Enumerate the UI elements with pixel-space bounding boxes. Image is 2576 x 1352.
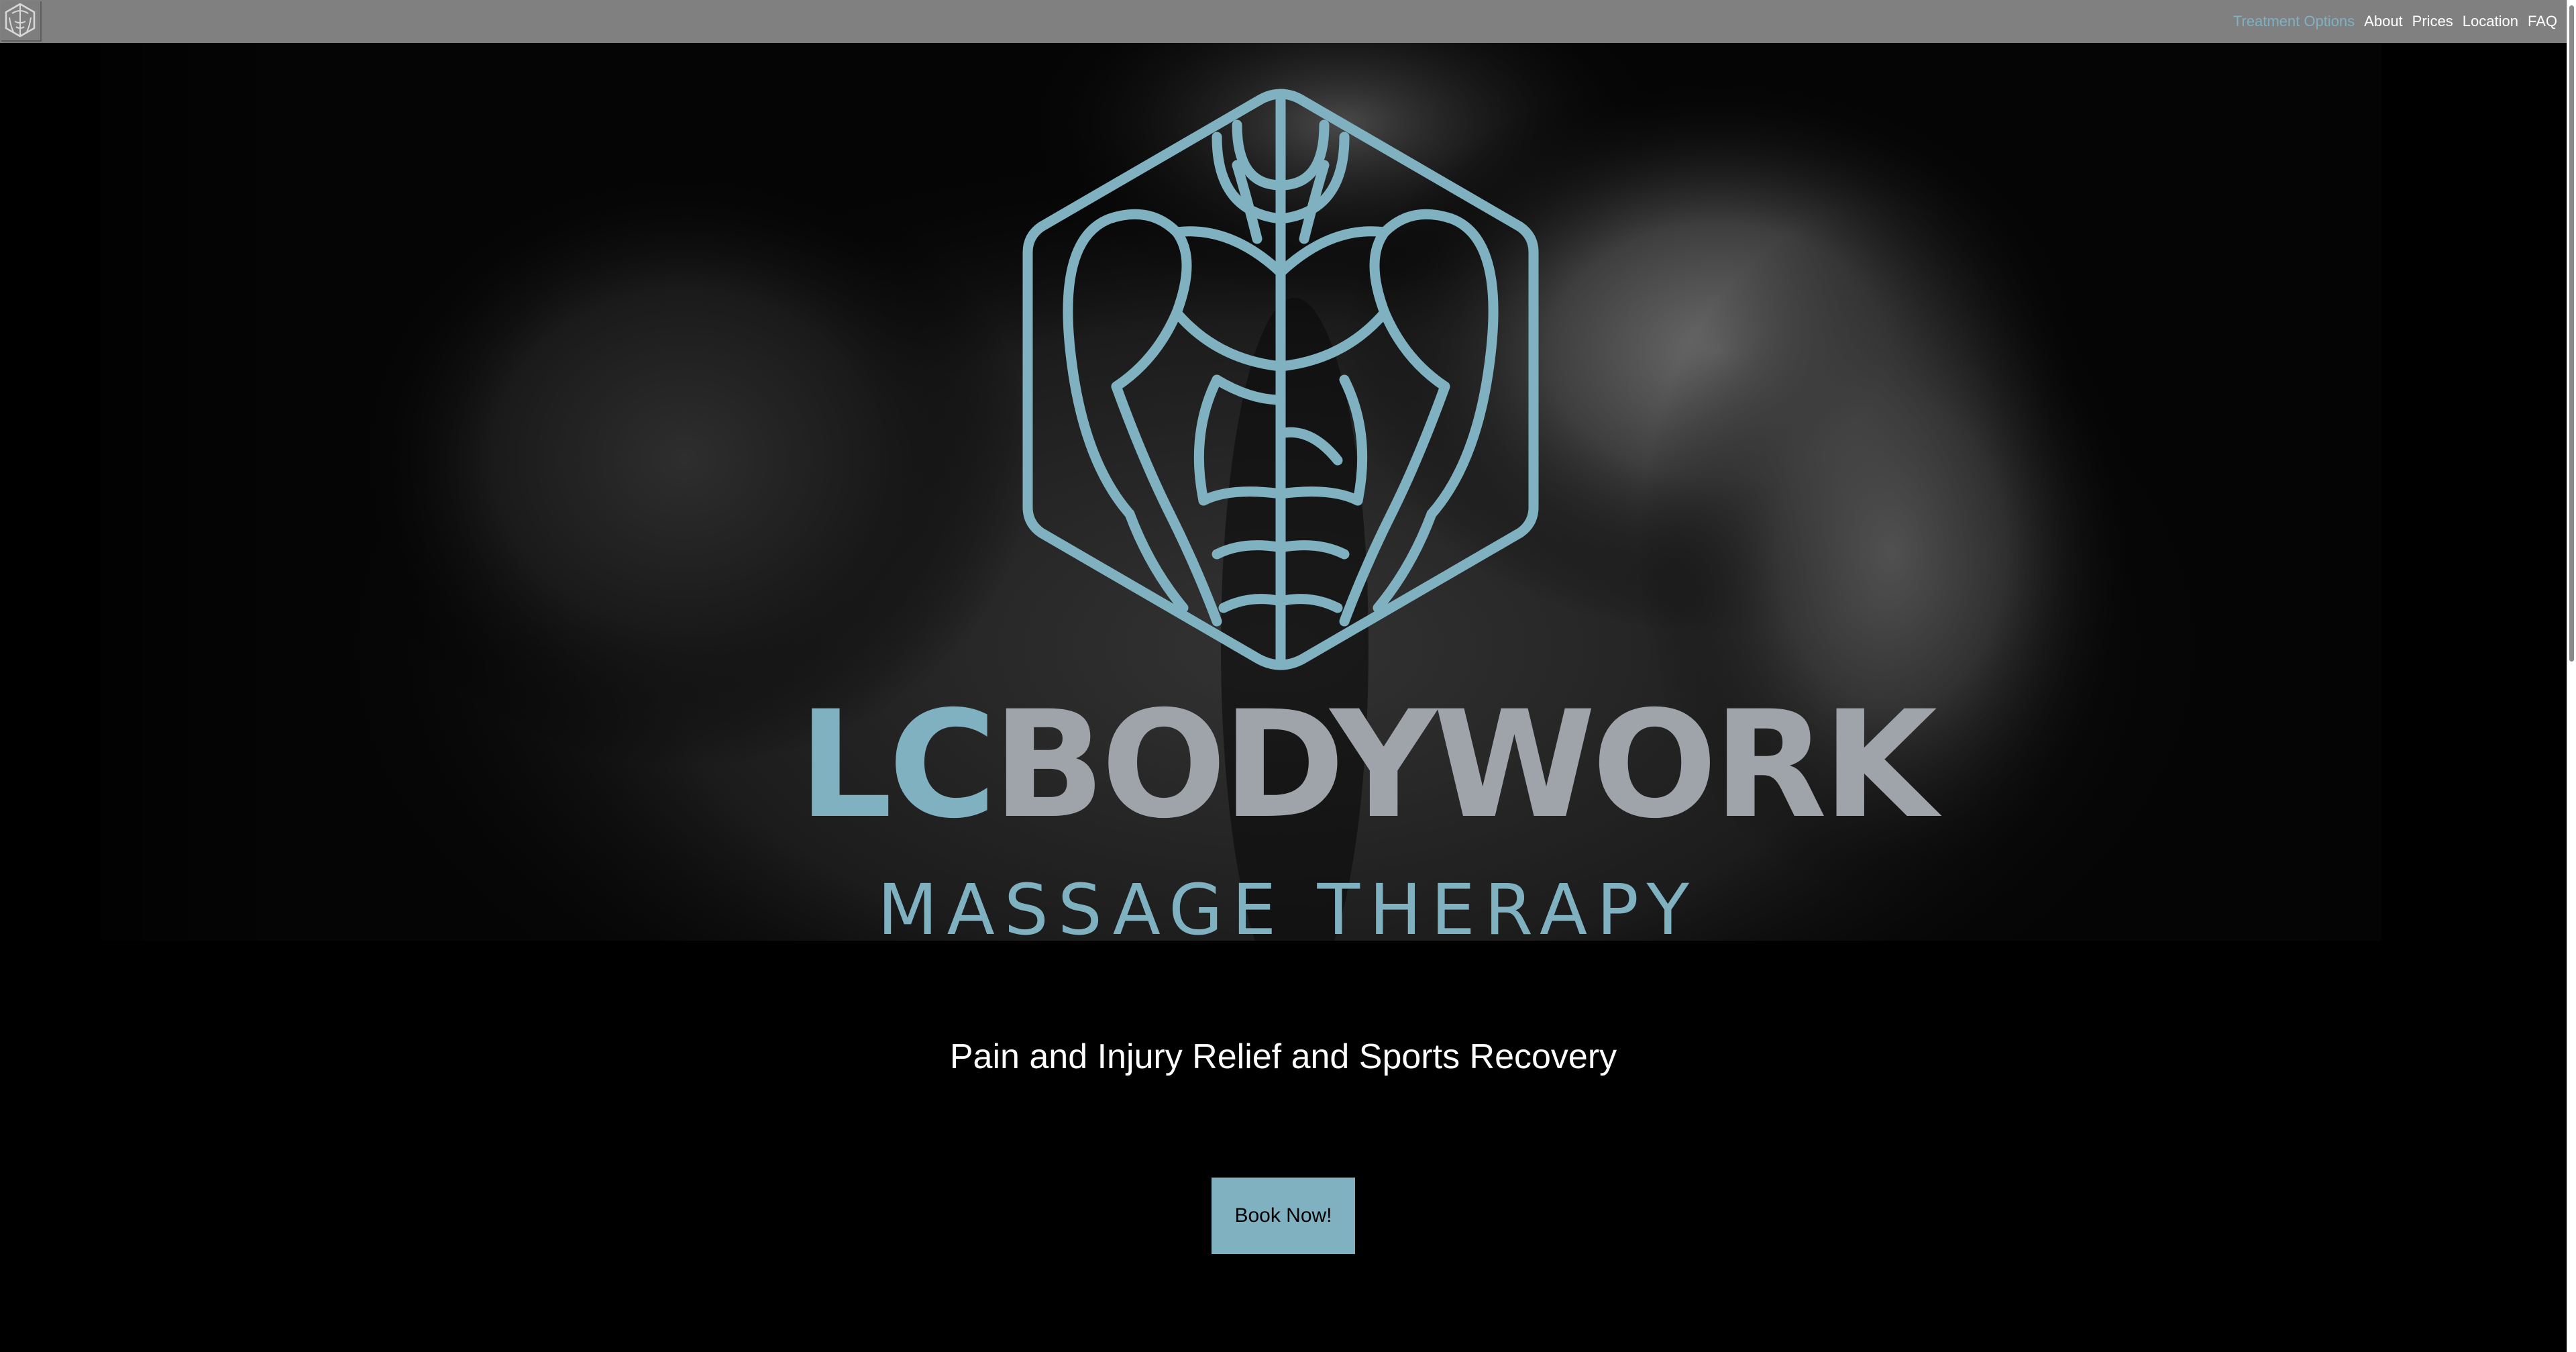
nav-link-prices[interactable]: Prices bbox=[2412, 13, 2453, 30]
top-navbar: Treatment Options About Prices Location … bbox=[0, 0, 2576, 43]
page: Treatment Options About Prices Location … bbox=[0, 0, 2576, 1352]
brand-bodywork: BODYWORK bbox=[992, 679, 1937, 851]
hero-section: LCBODYWORK MASSAGE THERAPY bbox=[0, 43, 2576, 941]
vertical-scrollbar[interactable] bbox=[2567, 0, 2576, 1352]
brand-lc: LC bbox=[798, 679, 997, 851]
brand-wordmark: LCBODYWORK bbox=[798, 684, 1937, 845]
nav-link-about[interactable]: About bbox=[2364, 13, 2403, 30]
nav-link-faq[interactable]: FAQ bbox=[2528, 13, 2557, 30]
brand-tagline: MASSAGE THERAPY bbox=[877, 869, 1699, 941]
book-now-button[interactable]: Book Now! bbox=[1212, 1178, 1355, 1254]
hexagon-torso-logo-icon bbox=[1022, 89, 1539, 670]
hero-subtitle: Pain and Injury Relief and Sports Recove… bbox=[949, 1037, 1617, 1076]
nav-link-treatment-options[interactable]: Treatment Options bbox=[2233, 13, 2355, 30]
nav-links: Treatment Options About Prices Location … bbox=[2233, 0, 2557, 43]
home-logo-icon[interactable] bbox=[1, 1, 42, 42]
scrollbar-thumb[interactable] bbox=[2569, 5, 2574, 662]
nav-link-location[interactable]: Location bbox=[2463, 13, 2518, 30]
